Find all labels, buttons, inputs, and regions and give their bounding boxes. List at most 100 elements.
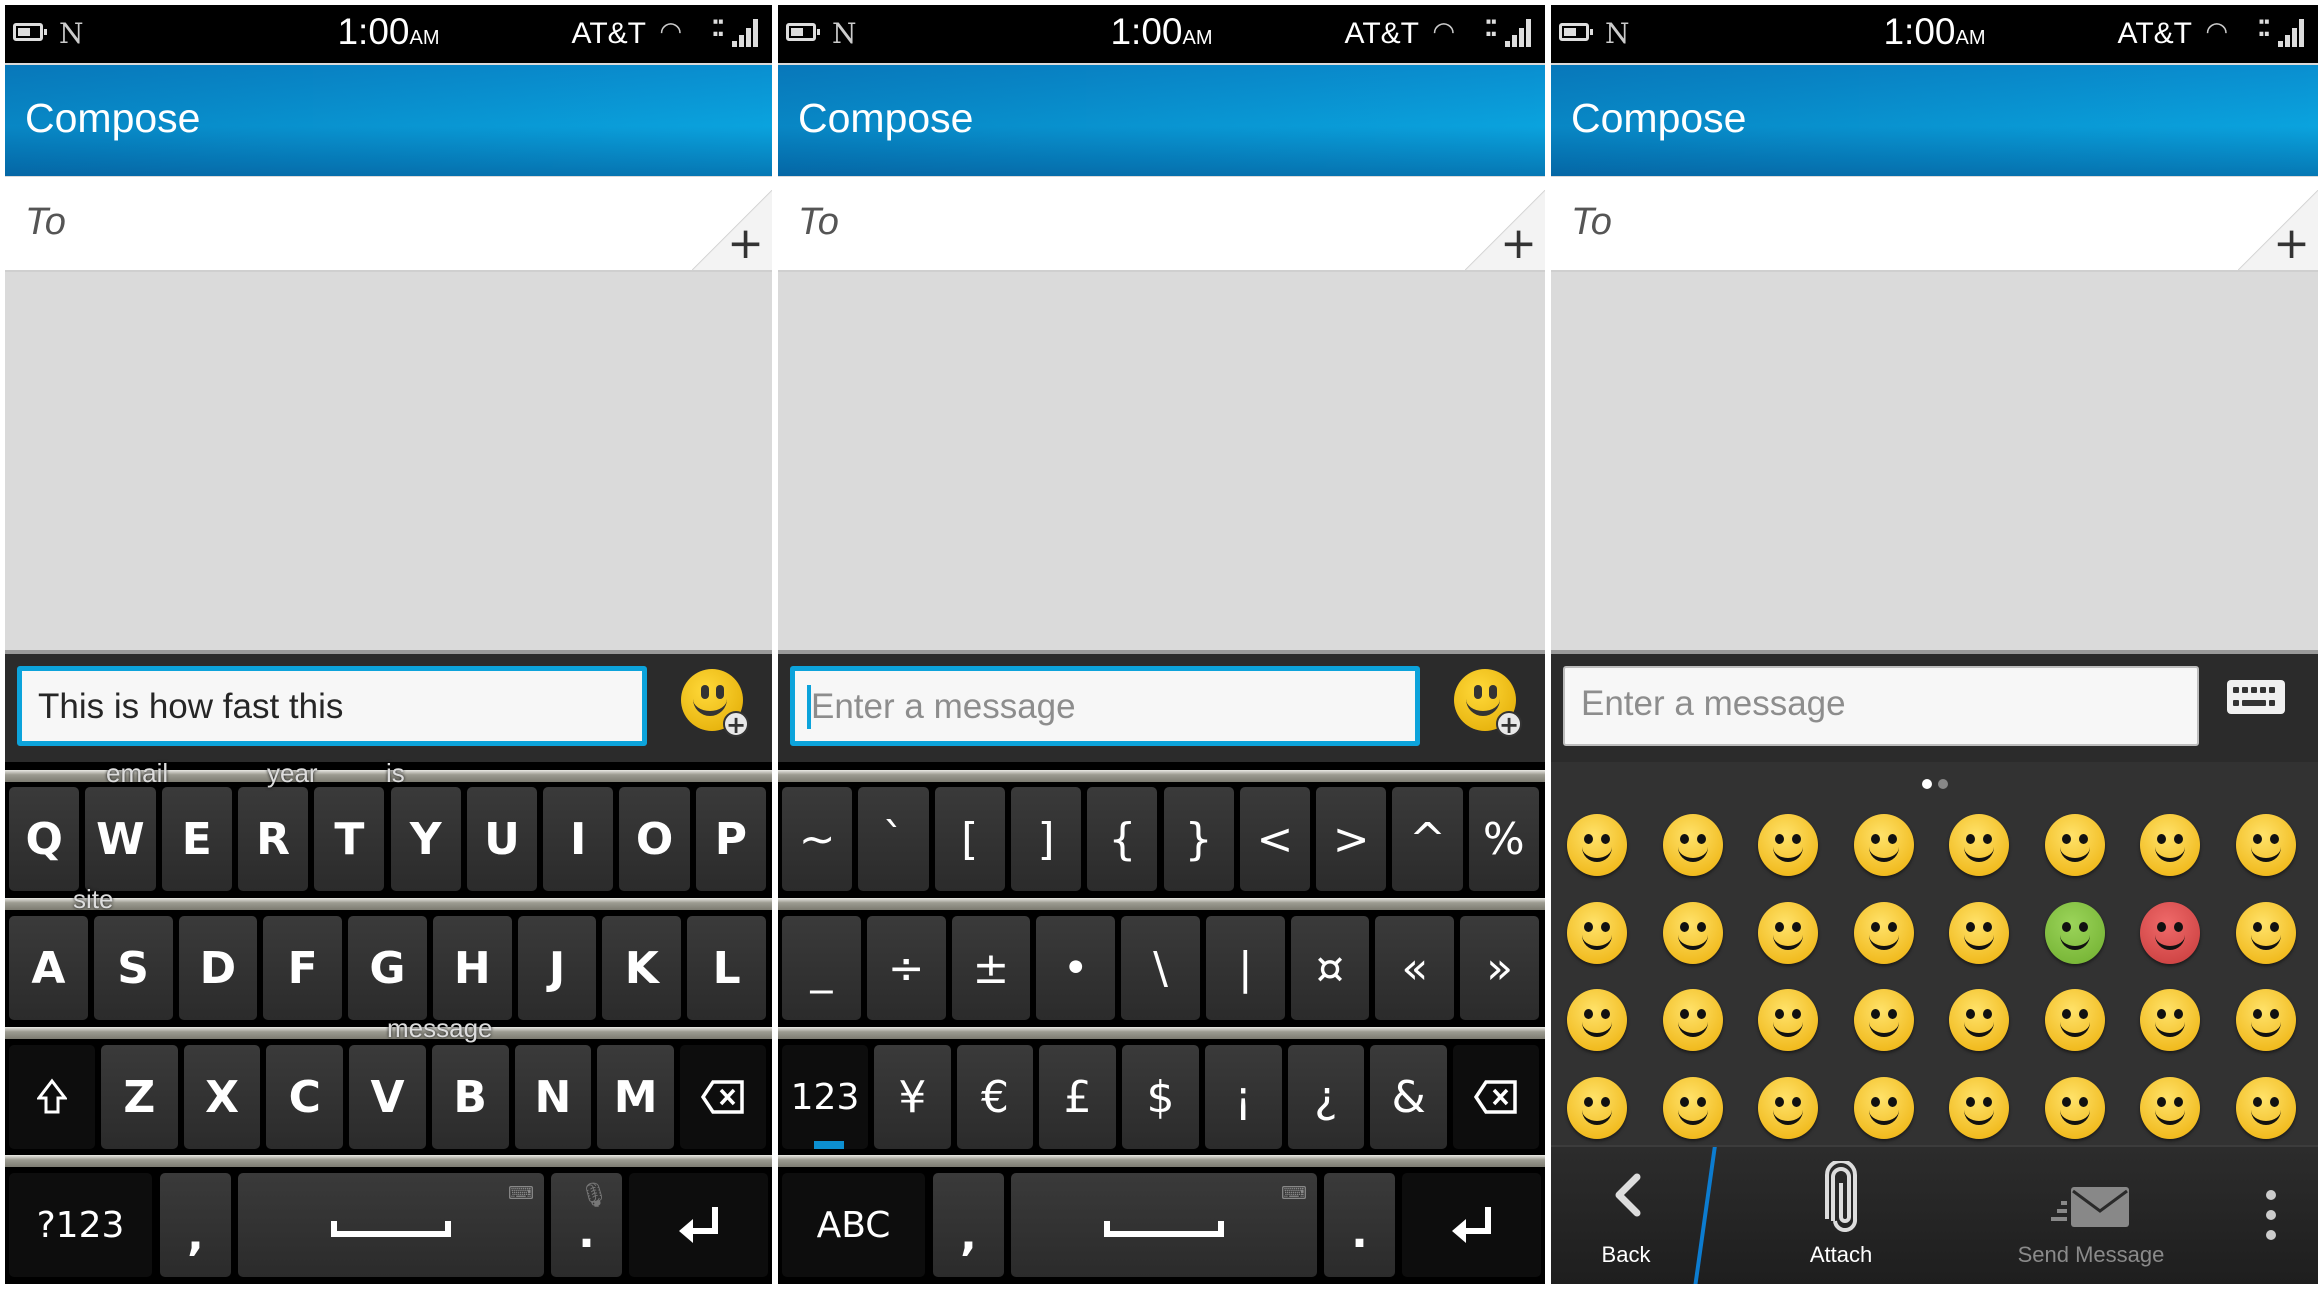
key[interactable]: ¥ (874, 1045, 951, 1149)
key[interactable]: _ (782, 916, 861, 1020)
key[interactable]: ÷ (866, 916, 946, 1020)
key[interactable]: £ (1039, 1045, 1117, 1149)
key[interactable]: « (1375, 916, 1455, 1020)
add-recipient-button[interactable]: + (2238, 190, 2318, 270)
emoji-unamused-icon[interactable] (1949, 814, 2009, 876)
key[interactable]: % (1468, 787, 1539, 891)
emoji-worried-icon[interactable] (2044, 814, 2105, 876)
key[interactable]: K (602, 916, 682, 1020)
key[interactable]: T (314, 787, 385, 891)
emoji-wink-smile-icon[interactable] (1567, 901, 1627, 964)
mode-switch-key[interactable]: ABC (782, 1173, 925, 1277)
key[interactable]: F (263, 916, 343, 1020)
word-suggestion[interactable]: is (386, 758, 405, 789)
emoji-big-grin-icon[interactable] (1567, 989, 1627, 1051)
key[interactable]: J (517, 916, 597, 1020)
key[interactable]: ^ (1392, 787, 1463, 891)
back-button[interactable]: Back (1551, 1147, 1701, 1284)
word-suggestion[interactable]: message (387, 1013, 493, 1044)
key[interactable]: \ (1121, 916, 1200, 1020)
key[interactable]: » (1460, 916, 1539, 1020)
message-input[interactable]: Enter a message (1563, 666, 2199, 746)
emoji-hug-icon[interactable] (1662, 901, 1723, 964)
emoji-relieved-icon[interactable] (1853, 1076, 1914, 1139)
key[interactable]: • (1036, 916, 1116, 1020)
emoji-angry-red-icon[interactable] (2140, 901, 2200, 964)
key[interactable]: > (1316, 787, 1387, 891)
backspace-key[interactable] (680, 1045, 766, 1149)
backspace-key[interactable] (1453, 1045, 1539, 1149)
message-input[interactable]: Enter a message (790, 666, 1420, 746)
enter-key[interactable] (1402, 1173, 1541, 1277)
key[interactable]: G (348, 916, 427, 1020)
emoji-yawn-icon[interactable] (2235, 1076, 2296, 1139)
emoji-button[interactable]: + (681, 669, 749, 737)
emoji-sick-green-icon[interactable] (2044, 901, 2105, 964)
comma-key[interactable]: , (160, 1173, 231, 1277)
key[interactable]: C (266, 1045, 344, 1149)
emoji-laugh-wave-icon[interactable] (1662, 989, 1723, 1051)
key[interactable]: Z (101, 1045, 178, 1149)
word-suggestion[interactable]: site (73, 884, 113, 915)
key[interactable]: U (466, 787, 538, 891)
key[interactable]: & (1370, 1045, 1447, 1149)
period-key[interactable]: . 🎙 (551, 1173, 622, 1277)
emoji-confused-question-icon[interactable] (2235, 814, 2296, 876)
keyboard-toggle-button[interactable] (2227, 680, 2285, 714)
key[interactable]: ¿ (1287, 1045, 1365, 1149)
key[interactable]: M (597, 1045, 674, 1149)
emoji-raised-eyebrow-smile-icon[interactable] (1853, 901, 1914, 964)
key[interactable]: | (1205, 916, 1285, 1020)
key[interactable]: A (9, 916, 88, 1020)
space-key[interactable]: ⌨ (1011, 1173, 1317, 1277)
key[interactable]: ] (1010, 787, 1082, 891)
key[interactable]: } (1163, 787, 1234, 891)
key[interactable]: E (161, 787, 232, 891)
key[interactable]: < (1239, 787, 1311, 891)
more-options-button[interactable] (2231, 1147, 2311, 1284)
key[interactable]: L (687, 916, 766, 1020)
key[interactable]: ` (858, 787, 929, 891)
word-suggestion[interactable]: year (267, 758, 318, 789)
emoji-talk-to-the-hand-icon[interactable] (1949, 901, 2009, 964)
key[interactable]: V (349, 1045, 426, 1149)
message-input[interactable]: This is how fast this (17, 666, 647, 746)
emoji-nervous-sweat-icon[interactable] (2140, 1076, 2200, 1139)
key[interactable]: $ (1122, 1045, 1199, 1149)
page-dot[interactable] (1937, 779, 1948, 789)
send-message-button[interactable]: Send Message (1971, 1147, 2211, 1284)
key[interactable]: X (183, 1045, 261, 1149)
emoji-shrug-icon[interactable] (1949, 1076, 2009, 1139)
key[interactable]: D (178, 916, 258, 1020)
add-recipient-button[interactable]: + (1465, 190, 1545, 270)
emoji-crying-loud-icon[interactable] (2140, 814, 2200, 876)
shift-key[interactable] (9, 1045, 95, 1149)
emoji-kiss-icon[interactable] (1758, 1076, 1818, 1139)
to-field[interactable]: To + (1551, 177, 2318, 272)
emoji-black-eye-icon[interactable] (2044, 989, 2105, 1051)
key[interactable]: [ (934, 787, 1005, 891)
key[interactable]: I (543, 787, 614, 891)
emoji-thumbs-sick-icon[interactable] (2235, 989, 2296, 1051)
key[interactable]: ¡ (1204, 1045, 1282, 1149)
key[interactable]: O (619, 787, 690, 891)
key[interactable]: € (956, 1045, 1034, 1149)
emoji-party-icon[interactable] (1662, 1076, 1723, 1139)
to-field[interactable]: To + (5, 177, 772, 272)
key[interactable]: N (514, 1045, 592, 1149)
emoji-tongue-out-icon[interactable] (1758, 814, 1818, 876)
attach-button[interactable]: Attach (1691, 1147, 1991, 1284)
mode-switch-key[interactable]: ?123 (9, 1173, 152, 1277)
enter-key[interactable] (629, 1173, 768, 1277)
space-key[interactable]: ⌨ (238, 1173, 544, 1277)
key[interactable]: P (695, 787, 766, 891)
emoji-button[interactable]: + (1454, 669, 1522, 737)
emoji-surprised-icon[interactable] (2235, 901, 2296, 964)
to-field[interactable]: To + (778, 177, 1545, 272)
emoji-smile-icon[interactable] (1567, 814, 1627, 876)
emoji-in-love-heart-icon[interactable] (1758, 989, 1818, 1051)
key[interactable]: W (85, 787, 156, 891)
page-toggle-key[interactable]: 123 (782, 1045, 868, 1149)
emoji-starry-eyed-surprise-icon[interactable] (1758, 901, 1818, 964)
word-suggestion[interactable]: email (106, 758, 168, 789)
